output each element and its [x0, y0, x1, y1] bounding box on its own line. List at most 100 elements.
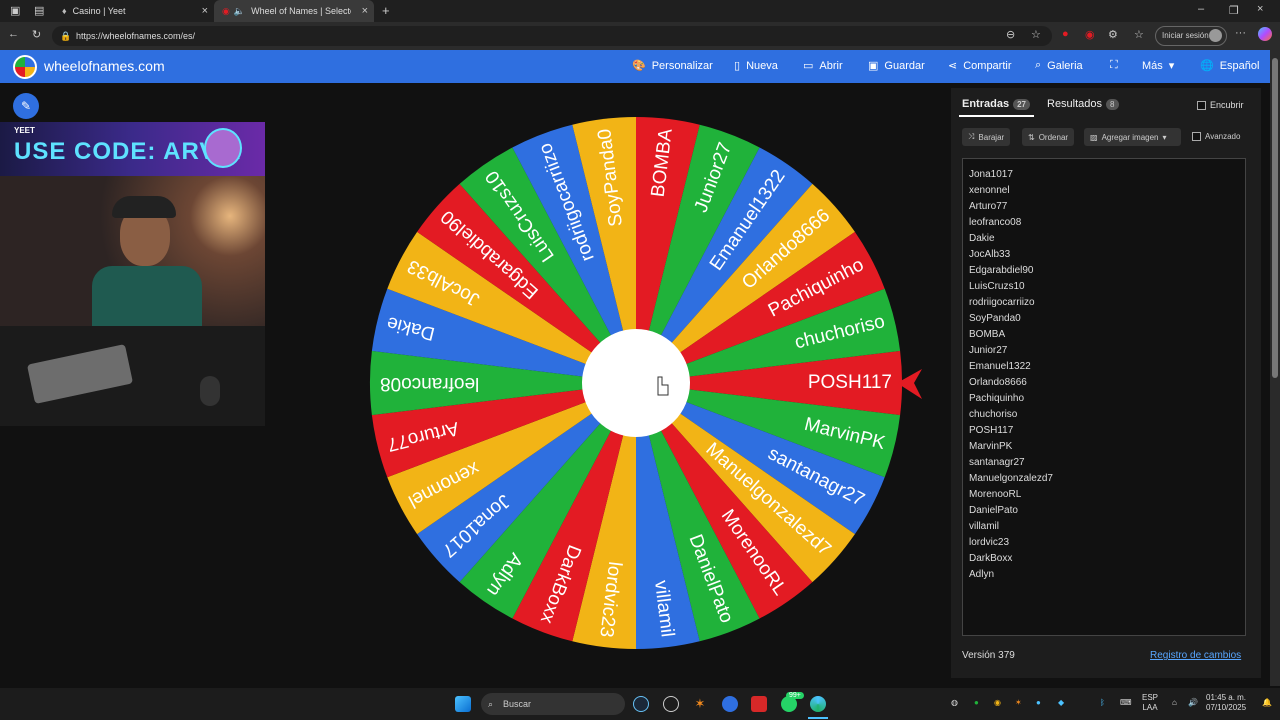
refresh-icon[interactable]: ↻	[32, 28, 41, 41]
entry-item[interactable]: Jona1017	[969, 167, 1245, 183]
entry-item[interactable]: Manuelgonzalezd7	[969, 471, 1245, 487]
app-icon[interactable]: ✶	[692, 696, 708, 712]
tray-icon[interactable]: ◆	[1058, 698, 1064, 707]
tab-actions-icon[interactable]: ▤	[34, 4, 44, 17]
entry-item[interactable]: POSH117	[969, 423, 1245, 439]
language-indicator[interactable]: ESP LAA	[1142, 693, 1158, 713]
taskbar-search[interactable]: ⌕ Buscar	[481, 693, 625, 715]
entry-item[interactable]: Edgarabdiel90	[969, 263, 1245, 279]
edge-icon[interactable]	[810, 696, 826, 712]
close-icon[interactable]: ×	[202, 5, 208, 17]
nav-mas[interactable]: Más ▾	[1142, 59, 1174, 73]
star-icon[interactable]: ☆	[1031, 28, 1041, 41]
reader-icon[interactable]: ⊖	[1006, 28, 1015, 41]
bluetooth-icon[interactable]: ᛒ	[1100, 698, 1105, 707]
nav-galeria[interactable]: ⌕ Galeria	[1035, 59, 1083, 72]
brand-logo-icon[interactable]	[13, 55, 37, 79]
page-scrollbar[interactable]	[1270, 50, 1280, 686]
checkbox-icon[interactable]	[1197, 100, 1206, 110]
entry-item[interactable]: Orlando8666	[969, 375, 1245, 391]
entry-item[interactable]: SoyPanda0	[969, 311, 1245, 327]
minimize-icon[interactable]: –	[1198, 3, 1204, 15]
entry-item[interactable]: BOMBA	[969, 327, 1245, 343]
changelog-link[interactable]: Registro de cambios	[1150, 650, 1241, 661]
new-tab-icon[interactable]: +	[382, 3, 390, 18]
url-input[interactable]: 🔒 https://wheelofnames.com/es/	[52, 26, 1052, 46]
clock[interactable]: 01:45 a. m. 07/10/2025	[1206, 693, 1246, 713]
close-window-icon[interactable]: ×	[1257, 3, 1263, 15]
favorites-icon[interactable]: ☆	[1134, 28, 1144, 41]
entry-item[interactable]: rodriigocarriizo	[969, 295, 1245, 311]
browser-tab-casino[interactable]: ♦ Casino | Yeet ×	[54, 0, 214, 22]
nav-personalizar[interactable]: 🎨 Personalizar	[632, 59, 713, 73]
keyboard-icon[interactable]: ⌨	[1120, 698, 1132, 707]
entry-item[interactable]: Emanuel1322	[969, 359, 1245, 375]
maximize-icon[interactable]: ❐	[1229, 4, 1239, 17]
entry-item[interactable]: Arturo77	[969, 199, 1245, 215]
nav-guardar[interactable]: ▣ Guardar	[868, 59, 925, 73]
tray-icon[interactable]: ◉	[994, 698, 1001, 707]
entry-item[interactable]: Dakie	[969, 231, 1245, 247]
tray-icon[interactable]: ●	[1036, 698, 1041, 707]
cap	[112, 196, 176, 218]
close-icon[interactable]: ×	[362, 5, 368, 17]
tray-icon[interactable]: ✶	[1015, 698, 1022, 707]
yeet-logo: YEET	[14, 126, 35, 135]
extension-icon[interactable]: ●	[1062, 28, 1069, 40]
notification-icon[interactable]: 🔔	[1262, 698, 1272, 707]
tab-entradas[interactable]: Entradas 27	[962, 98, 1030, 110]
network-icon[interactable]: ⌂	[1172, 698, 1177, 707]
more-options-icon[interactable]: ···	[1235, 27, 1246, 39]
scrollbar-thumb[interactable]	[1272, 58, 1278, 378]
entry-item[interactable]: MarvinPK	[969, 439, 1245, 455]
entry-item[interactable]: Adlyn	[969, 567, 1245, 583]
edit-pencil-button[interactable]: ✎	[13, 93, 39, 119]
entry-item[interactable]: leofranco08	[969, 215, 1245, 231]
app-icon[interactable]	[722, 696, 738, 712]
back-icon[interactable]: ←	[8, 28, 19, 40]
steam-icon[interactable]	[633, 696, 649, 712]
workspaces-icon[interactable]: ▣	[10, 4, 20, 17]
app-icon[interactable]	[751, 696, 767, 712]
nav-fullscreen[interactable]: ⛶	[1110, 59, 1118, 72]
entry-item[interactable]: DarkBoxx	[969, 551, 1245, 567]
entry-item[interactable]: Pachiquinho	[969, 391, 1245, 407]
entries-textarea[interactable]: Jona1017 xenonnel Arturo77 leofranco08 Dakie…	[962, 158, 1246, 636]
speaker-icon[interactable]: 🔈	[234, 6, 245, 17]
webcam-feed	[0, 176, 265, 326]
checkbox-icon[interactable]	[1192, 132, 1201, 141]
entry-item[interactable]: xenonnel	[969, 183, 1245, 199]
tray-icon[interactable]: ◍	[951, 698, 958, 707]
entry-item[interactable]: MorenooRL	[969, 487, 1245, 503]
windows-start-icon[interactable]	[455, 696, 471, 712]
signin-button[interactable]: Iniciar sesión	[1155, 26, 1227, 46]
advanced-checkbox[interactable]: Avanzado	[1192, 132, 1240, 141]
entry-item[interactable]: villamil	[969, 519, 1245, 535]
entry-item[interactable]: chuchoriso	[969, 407, 1245, 423]
browser-tab-wheel[interactable]: ◉ 🔈 Wheel of Names | Selector d ×	[214, 0, 374, 22]
copilot-icon[interactable]	[1258, 27, 1272, 41]
entry-item[interactable]: santanagr27	[969, 455, 1245, 471]
entry-item[interactable]: JocAlb33	[969, 247, 1245, 263]
nav-compartir[interactable]: ⋖ Compartir	[948, 59, 1012, 73]
volume-icon[interactable]: 🔊	[1188, 698, 1198, 707]
hide-checkbox[interactable]: Encubrir	[1197, 100, 1244, 110]
app-icon[interactable]	[663, 696, 679, 712]
tray-icon[interactable]: ●	[974, 698, 979, 707]
entry-item[interactable]: LuisCruzs10	[969, 279, 1245, 295]
tab-resultados[interactable]: Resultados 8	[1047, 98, 1119, 110]
adblock-icon[interactable]: ◉	[1085, 28, 1095, 41]
entry-item[interactable]: lordvic23	[969, 535, 1245, 551]
nav-abrir[interactable]: ▭ Abrir	[803, 59, 843, 73]
extensions-icon[interactable]: ⚙	[1108, 28, 1118, 41]
nav-label: Abrir	[819, 59, 843, 72]
brand-name[interactable]: wheelofnames.com	[44, 58, 165, 74]
wheel-center-button[interactable]	[582, 329, 690, 437]
nav-language[interactable]: 🌐 Español	[1200, 59, 1259, 73]
entry-item[interactable]: Junior27	[969, 343, 1245, 359]
add-image-button[interactable]: ▨ Agregar imagen ▾	[1084, 128, 1181, 146]
nav-nueva[interactable]: ▯ Nueva	[734, 59, 778, 73]
shuffle-button[interactable]: ⤨ Barajar	[962, 128, 1011, 146]
entry-item[interactable]: DanielPato	[969, 503, 1245, 519]
sort-button[interactable]: ⇅ Ordenar	[1022, 128, 1075, 146]
